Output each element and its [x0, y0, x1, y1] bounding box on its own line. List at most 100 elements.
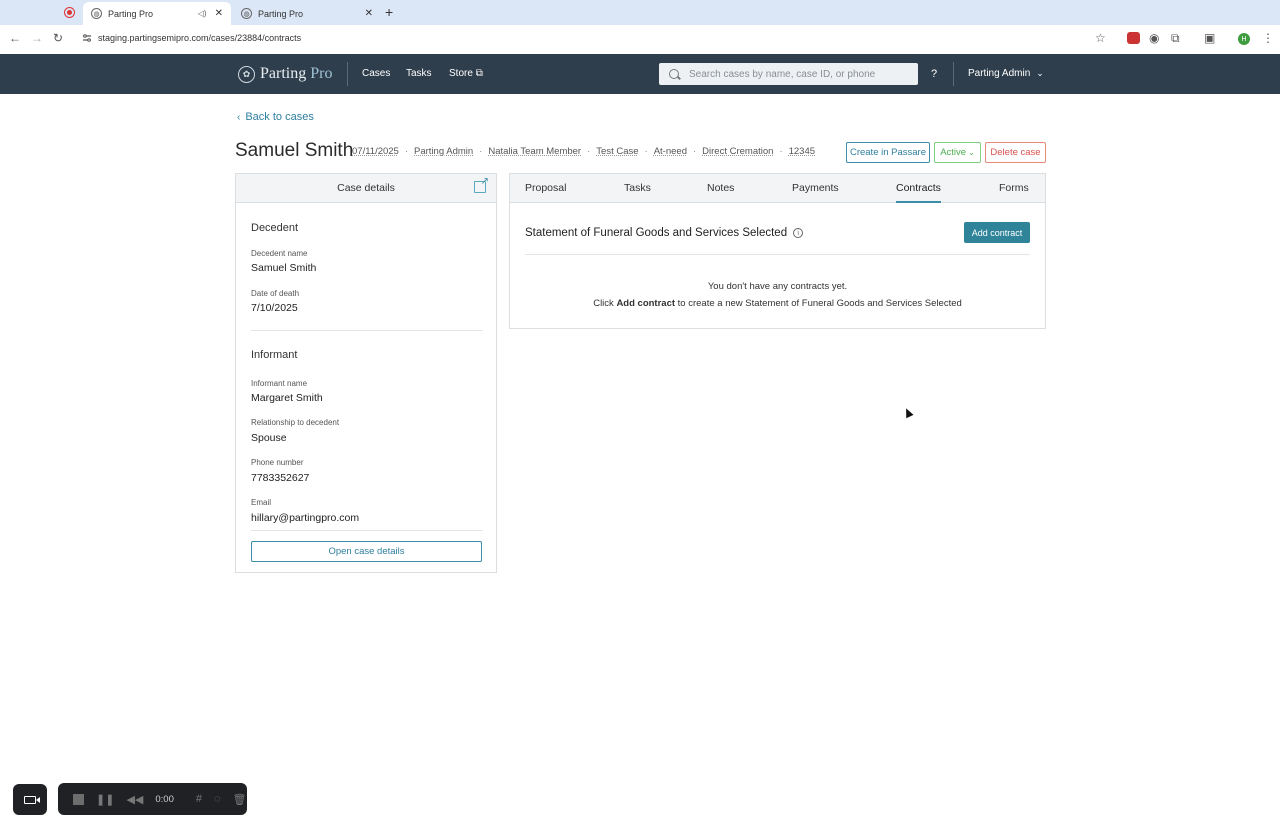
divider	[953, 62, 954, 86]
nav-cases[interactable]: Cases	[362, 68, 390, 79]
url-field[interactable]: staging.partingsemipro.com/cases/23884/c…	[98, 33, 301, 43]
close-tab-icon[interactable]: ✕	[365, 8, 373, 19]
empty-state-message: You don't have any contracts yet.	[707, 281, 848, 292]
nav-tasks[interactable]: Tasks	[406, 68, 432, 79]
puzzle-icon[interactable]: ⧉	[1171, 31, 1180, 46]
speaker-icon[interactable]: ◁)	[198, 9, 207, 18]
informant-heading: Informant	[251, 349, 298, 361]
case-meta: 07/11/2025 · Parting Admin · Natalia Team …	[352, 146, 816, 157]
case-id[interactable]: 12345	[789, 146, 815, 157]
recording-indicator-icon	[64, 7, 75, 18]
nav-store[interactable]: Store ⧉	[449, 68, 483, 79]
stop-icon[interactable]	[73, 793, 84, 805]
email-label: Email	[251, 498, 272, 507]
search-icon	[669, 69, 679, 79]
browser-tab-active[interactable]: ◍ Parting Pro ◁) ✕	[83, 2, 231, 25]
external-link-icon: ⧉	[475, 68, 483, 79]
logo-text: Parting	[260, 65, 307, 82]
extension-icon[interactable]	[1127, 32, 1140, 44]
relationship-label: Relationship to decedent	[251, 418, 340, 427]
empty-state-hint: Click Add contract to create a new State…	[510, 298, 1045, 309]
parting-pro-logo[interactable]: ✿ Parting Pro	[238, 65, 332, 83]
app-header: ✿ Parting Pro Cases Tasks Store ⧉	[0, 54, 1280, 94]
logo-icon: ✿	[238, 65, 255, 83]
date-of-death: 7/10/2025	[251, 302, 298, 314]
grid-icon[interactable]: #	[196, 793, 202, 805]
chevron-down-icon: ⌄	[968, 148, 975, 157]
restart-icon[interactable]: ◌	[214, 793, 221, 805]
case-details-card: Case details Decedent Decedent name Samu…	[235, 173, 497, 573]
rewind-icon[interactable]: ◀◀	[126, 793, 143, 806]
info-icon[interactable]: i	[793, 228, 804, 238]
case-service[interactable]: Direct Cremation	[702, 146, 773, 157]
trash-icon[interactable]: 🗑	[233, 793, 247, 806]
divider	[251, 330, 483, 331]
tab-bar: Proposal Tasks Notes Payments Contracts …	[510, 174, 1045, 203]
hint-bold: Add contract	[616, 298, 676, 309]
pause-icon[interactable]: ❚❚	[96, 793, 114, 806]
tab-forms[interactable]: Forms	[999, 182, 1029, 194]
decedent-name: Samuel Smith	[251, 262, 317, 274]
phone-number: 7783352627	[251, 472, 310, 484]
informant-name-label: Informant name	[251, 379, 308, 388]
card-header: Case details	[236, 174, 496, 203]
chevron-left-icon: ‹	[237, 111, 241, 123]
case-type[interactable]: Test Case	[596, 146, 638, 157]
tab-proposal[interactable]: Proposal	[525, 182, 566, 194]
tab-payments[interactable]: Payments	[792, 182, 839, 194]
bookmark-star-icon[interactable]: ☆	[1095, 31, 1106, 45]
recording-toolbar: ❚❚ ◀◀ 0:00 # ◌ 🗑	[58, 783, 247, 815]
back-arrow-icon[interactable]: ←	[9, 31, 21, 45]
back-to-cases-link[interactable]: ‹ Back to cases	[237, 111, 314, 123]
section-title-text: Statement of Funeral Goods and Services …	[525, 227, 788, 239]
address-bar: ← → ↻ staging.partingsemipro.com/cases/2…	[0, 25, 1280, 54]
open-case-details-button[interactable]: Open case details	[251, 541, 482, 562]
site-settings-icon[interactable]	[82, 33, 92, 43]
search-box[interactable]	[659, 63, 918, 85]
browser-tab-bar: ◍ Parting Pro ◁) ✕ ◍ Parting Pro ✕ +	[0, 0, 1280, 25]
globe-icon: ◍	[241, 8, 252, 19]
tab-title: Parting Pro	[108, 8, 154, 19]
back-label: Back to cases	[245, 111, 314, 123]
user-name: Parting Admin	[968, 68, 1031, 79]
delete-case-button[interactable]: Delete case	[985, 142, 1046, 163]
relationship: Spouse	[251, 432, 287, 444]
divider	[251, 530, 483, 531]
globe-icon: ◍	[91, 8, 102, 19]
phone-label: Phone number	[251, 458, 304, 467]
forward-arrow-icon[interactable]: →	[31, 31, 43, 45]
card-title: Case details	[337, 182, 395, 194]
tab-tasks[interactable]: Tasks	[624, 182, 651, 194]
case-date[interactable]: 07/11/2025	[352, 146, 399, 157]
profile-avatar[interactable]: H	[1238, 33, 1250, 45]
divider	[525, 254, 1030, 255]
new-tab-icon[interactable]: +	[385, 4, 393, 20]
tab-notes[interactable]: Notes	[707, 182, 734, 194]
user-menu[interactable]: Parting Admin ⌄	[968, 68, 1044, 79]
search-input[interactable]	[689, 68, 909, 80]
date-of-death-label: Date of death	[251, 289, 300, 298]
email: hillary@partingpro.com	[251, 512, 360, 524]
chevron-down-icon: ⌄	[1036, 68, 1044, 78]
create-in-passare-button[interactable]: Create in Passare	[846, 142, 930, 163]
camera-button[interactable]	[13, 784, 47, 815]
camera-icon	[24, 795, 36, 804]
menu-kebab-icon[interactable]: ⋮	[1262, 31, 1274, 45]
status-dropdown[interactable]: Active ⌄	[934, 142, 981, 163]
tab-contracts[interactable]: Contracts	[896, 182, 941, 203]
case-need[interactable]: At-need	[654, 146, 687, 157]
case-team-member[interactable]: Natalia Team Member	[488, 146, 581, 157]
nav-store-label: Store	[449, 68, 473, 79]
browser-tab[interactable]: ◍ Parting Pro ✕	[233, 2, 381, 25]
reload-icon[interactable]: ↻	[53, 31, 63, 45]
extension-icon[interactable]: ◉	[1149, 31, 1159, 45]
open-external-icon[interactable]	[474, 176, 489, 193]
close-tab-icon[interactable]: ✕	[215, 8, 223, 19]
case-director[interactable]: Parting Admin	[414, 146, 473, 157]
add-contract-button[interactable]: Add contract	[964, 222, 1030, 243]
divider	[347, 62, 348, 86]
side-panel-icon[interactable]: ▣	[1204, 31, 1215, 45]
help-icon[interactable]: ?	[931, 68, 937, 80]
mouse-cursor	[902, 406, 914, 419]
decedent-heading: Decedent	[251, 222, 299, 234]
